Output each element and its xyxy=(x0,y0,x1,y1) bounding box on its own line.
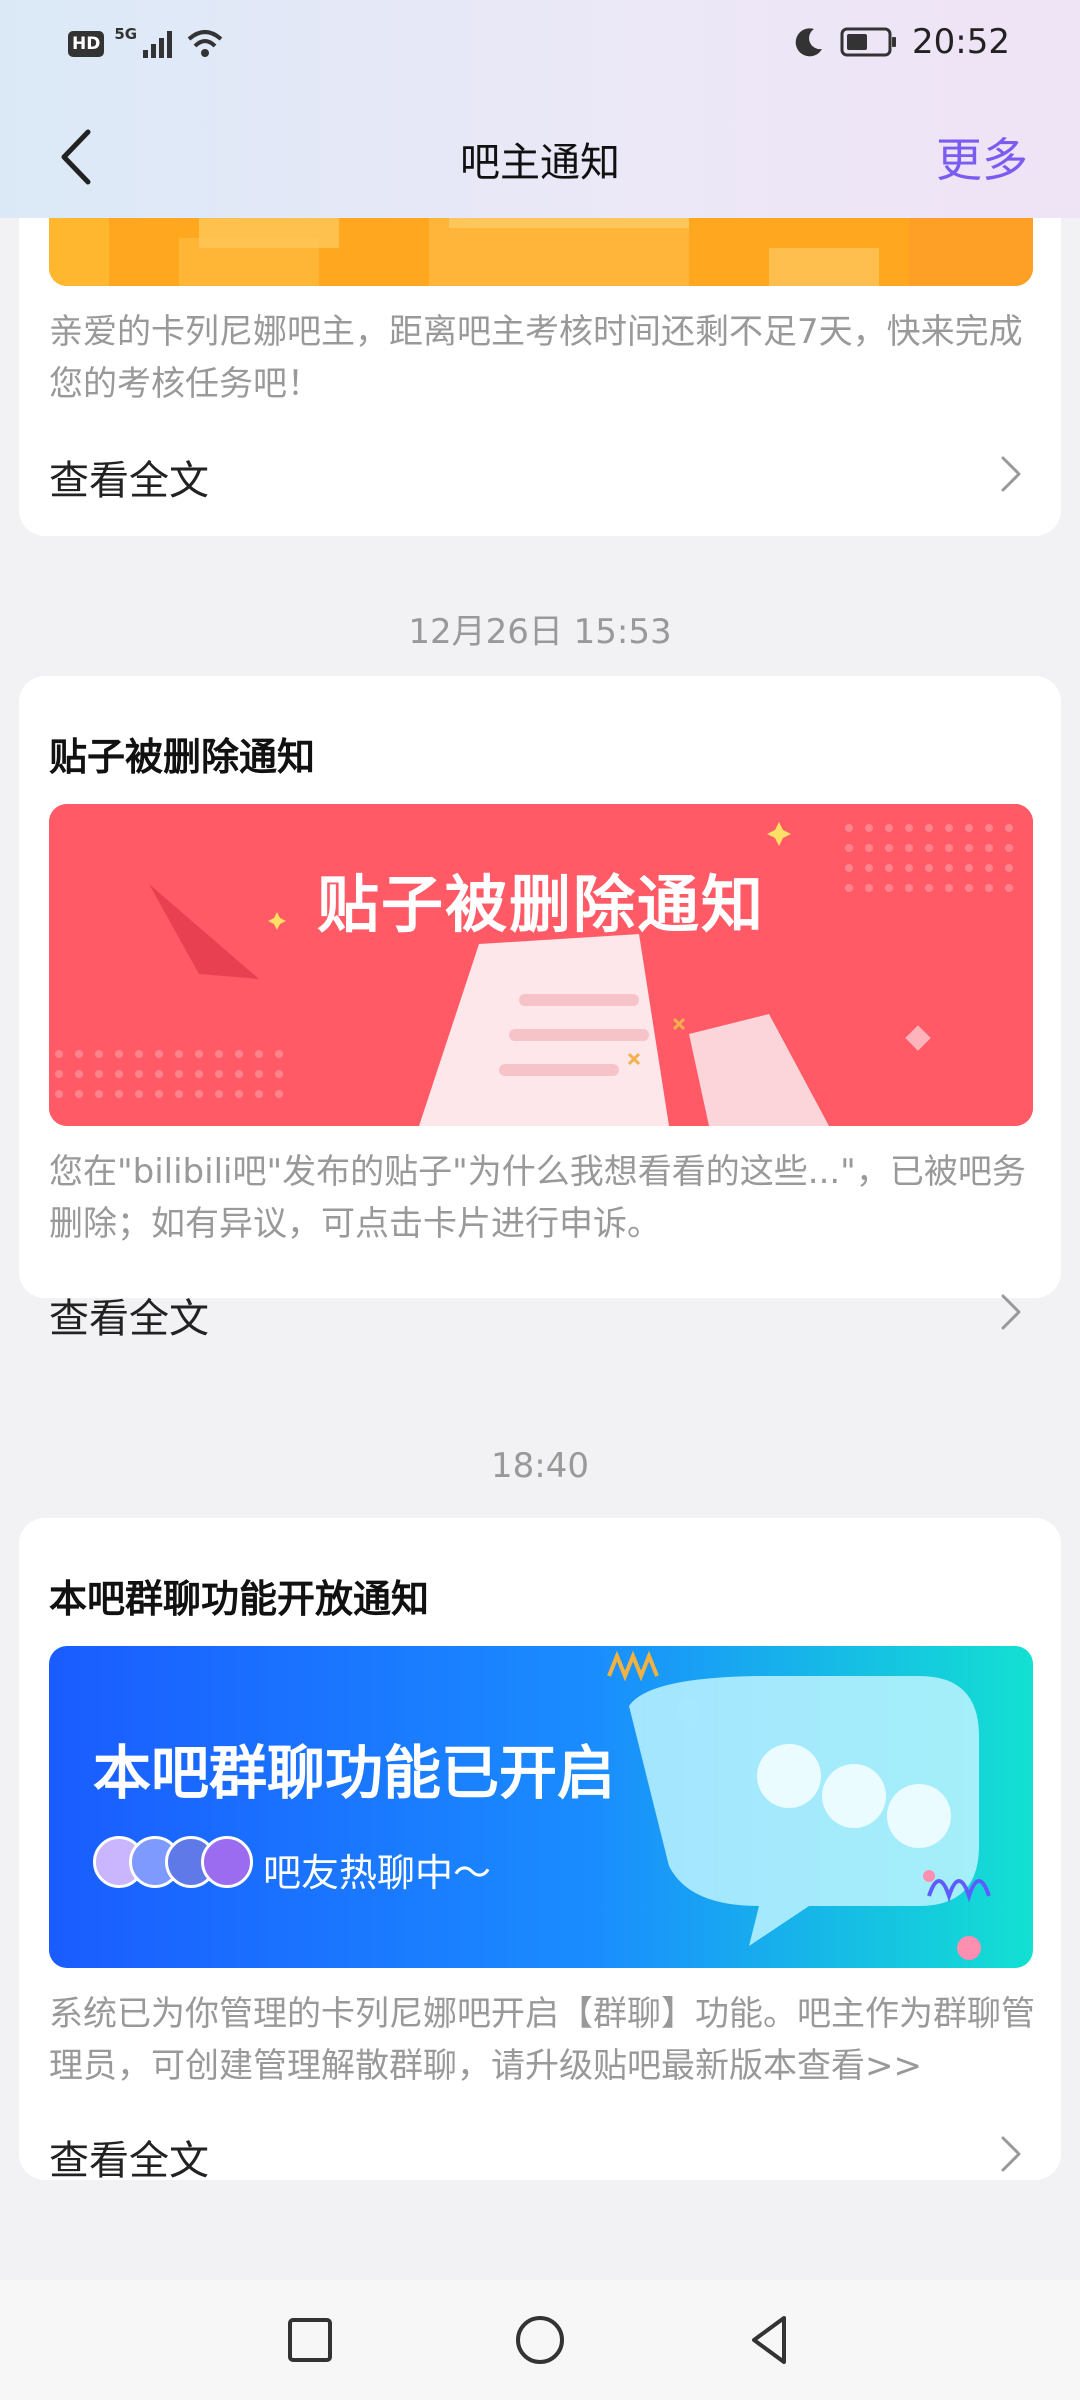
banner-subtitle: 吧友热聊中～ xyxy=(263,1851,492,1895)
timestamp: 12月26日 15:53 xyxy=(408,612,672,652)
banner-headline: 贴子被删除通知 xyxy=(316,868,765,941)
notice-card-assessment[interactable]: 亲爱的卡列尼娜吧主，距离吧主考核时间还剩不足7天，快来完成您的考核任务吧！ 查看… xyxy=(19,218,1061,536)
chevron-right-icon xyxy=(1001,456,1021,492)
more-button[interactable]: 更多 xyxy=(936,124,1028,190)
banner-headline: 本吧群聊功能已开启 xyxy=(93,1739,616,1807)
notice-title: 本吧群聊功能开放通知 xyxy=(49,1577,430,1621)
notice-banner-post-deleted: 贴子被删除通知 xyxy=(49,804,1033,1126)
battery-icon xyxy=(840,27,897,57)
signal-icon xyxy=(143,31,173,58)
back-nav-icon[interactable] xyxy=(740,2310,800,2370)
recent-apps-icon[interactable] xyxy=(280,2310,340,2370)
wifi-icon xyxy=(187,30,223,57)
notice-title: 贴子被删除通知 xyxy=(49,735,316,779)
notice-list: 亲爱的卡列尼娜吧主，距离吧主考核时间还剩不足7天，快来完成您的考核任务吧！ 查看… xyxy=(0,218,1080,2280)
avatar-group xyxy=(93,1836,253,1892)
document-illustration xyxy=(49,804,1033,1126)
status-left: HD 5G xyxy=(68,25,225,60)
system-nav-bar xyxy=(0,2280,1080,2400)
notice-card-post-deleted[interactable]: 贴子被删除通知 贴子被删除通知 您在"bilibili吧"发布的贴子"为什么我想… xyxy=(19,676,1061,1342)
gift-box-illustration xyxy=(49,218,1033,286)
read-more-link[interactable]: 查看全文 xyxy=(49,2128,209,2186)
nav-header: 吧主通知 更多 xyxy=(0,96,1080,218)
status-right: 20:52 xyxy=(792,22,1010,62)
chevron-right-icon xyxy=(1001,2136,1021,2172)
chevron-right-icon xyxy=(1001,1294,1021,1330)
avatar xyxy=(201,1836,253,1888)
clock: 20:52 xyxy=(912,22,1010,62)
notice-banner-group-chat: 本吧群聊功能已开启 吧友热聊中～ xyxy=(49,1646,1033,1968)
home-icon[interactable] xyxy=(510,2310,570,2370)
timestamp: 18:40 xyxy=(491,1446,589,1486)
moon-icon xyxy=(795,28,823,57)
read-more-link[interactable]: 查看全文 xyxy=(49,448,209,506)
hd-icon: HD xyxy=(68,31,105,57)
notice-desc: 系统已为你管理的卡列尼娜吧开启【群聊】功能。吧主作为群聊管理员，可创建管理解散群… xyxy=(49,1994,1035,2086)
read-more-link[interactable]: 查看全文 xyxy=(49,1286,209,1344)
notice-desc: 亲爱的卡列尼娜吧主，距离吧主考核时间还剩不足7天，快来完成您的考核任务吧！ xyxy=(49,312,1023,404)
notice-card-group-chat[interactable]: 本吧群聊功能开放通知 本吧群聊功能已开启 吧友热聊中～ 系统已为你管理的卡列尼娜… xyxy=(19,1518,1061,2184)
status-bar: HD 5G 20:52 xyxy=(0,0,1080,96)
network-type-label: 5G xyxy=(114,25,138,43)
notice-desc: 您在"bilibili吧"发布的贴子"为什么我想看看的这些..."，已被吧务删除… xyxy=(49,1152,1026,1244)
page-title: 吧主通知 xyxy=(460,140,620,186)
notice-banner-assessment xyxy=(49,218,1033,286)
